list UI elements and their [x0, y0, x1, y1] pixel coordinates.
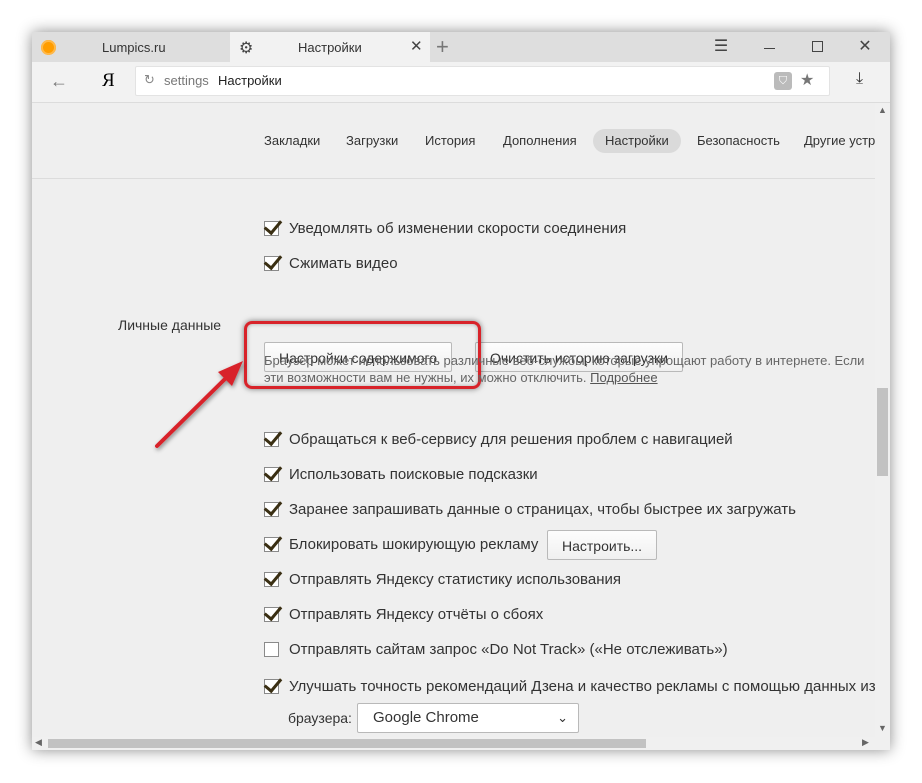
checkbox-label: Отправлять Яндексу отчёты о сбоях: [289, 606, 544, 623]
checkbox[interactable]: [264, 432, 279, 447]
download-icon[interactable]: ⤓: [856, 70, 863, 88]
checkbox-label: Использовать поисковые подсказки: [289, 466, 538, 483]
checkbox[interactable]: [264, 537, 279, 552]
scroll-down-icon[interactable]: ▼: [878, 723, 887, 733]
checkbox[interactable]: [264, 607, 279, 622]
browser-select-value: Google Chrome: [373, 709, 479, 726]
checkbox-row[interactable]: Уведомлять об изменении скорости соедине…: [264, 220, 626, 237]
tab-settings[interactable]: ⚙ Настройки ✕: [230, 32, 430, 62]
checkbox-row[interactable]: Обращаться к веб-сервису для решения про…: [264, 431, 733, 448]
nav-security[interactable]: Безопасность: [697, 129, 780, 153]
nav-history[interactable]: История: [425, 129, 475, 153]
scroll-left-icon[interactable]: ◀: [35, 737, 42, 748]
section-label-personal: Личные данные: [118, 317, 222, 333]
checkbox[interactable]: [264, 572, 279, 587]
maximize-icon[interactable]: [802, 36, 832, 58]
checkbox[interactable]: [264, 642, 279, 657]
checkbox-label: Отправлять сайтам запрос «Do Not Track» …: [289, 641, 728, 658]
settings-nav: Закладки Загрузки История Дополнения Нас…: [32, 103, 875, 179]
address-bar[interactable]: ↻ settings Настройки ⛉ ★: [135, 66, 830, 96]
checkbox-label: Улучшать точность рекомендаций Дзена и к…: [289, 678, 875, 695]
close-icon[interactable]: ✕: [410, 37, 423, 55]
personal-description: Браузер может использовать различные веб…: [264, 353, 865, 385]
new-tab-icon[interactable]: +: [436, 34, 449, 60]
checkbox-label: Обращаться к веб-сервису для решения про…: [289, 431, 733, 448]
tab-title: Lumpics.ru: [102, 40, 166, 55]
browser-label: браузера:: [288, 710, 352, 726]
url-page: Настройки: [218, 73, 282, 88]
checkbox-label: Блокировать шокирующую рекламу: [289, 536, 539, 553]
checkbox-label: Заранее запрашивать данные о страницах, …: [289, 501, 796, 518]
nav-settings[interactable]: Настройки: [593, 129, 681, 153]
checkbox[interactable]: [264, 679, 279, 694]
checkbox-row[interactable]: Заранее запрашивать данные о страницах, …: [264, 501, 796, 518]
vertical-scrollbar[interactable]: ▲ ▼: [875, 103, 890, 737]
settings-content: Закладки Загрузки История Дополнения Нас…: [32, 103, 875, 737]
tab-strip: Lumpics.ru ⚙ Настройки ✕ + ☰ ✕: [32, 32, 890, 62]
checkbox[interactable]: [264, 467, 279, 482]
chevron-down-icon: ⌄: [557, 710, 568, 725]
back-arrow-icon[interactable]: ←: [50, 71, 68, 92]
more-link[interactable]: Подробнее: [590, 370, 657, 385]
orange-circle-icon: [41, 40, 56, 55]
checkbox-row[interactable]: Улучшать точность рекомендаций Дзена и к…: [264, 678, 875, 695]
nav-bookmarks[interactable]: Закладки: [264, 129, 320, 153]
scroll-corner: [875, 737, 890, 750]
checkbox-row[interactable]: Отправлять Яндексу отчёты о сбоях: [264, 606, 543, 623]
checkbox-label: Отправлять Яндексу статистику использова…: [289, 571, 621, 588]
nav-other[interactable]: Другие устрой: [804, 129, 875, 153]
yandex-logo[interactable]: Я: [102, 70, 115, 92]
scroll-right-icon[interactable]: ▶: [862, 737, 869, 748]
minimize-icon[interactable]: [754, 36, 784, 58]
menu-icon[interactable]: ☰: [706, 36, 736, 58]
tab-title: Настройки: [298, 40, 362, 55]
gear-icon: ⚙: [239, 40, 254, 57]
tab-lumpics[interactable]: Lumpics.ru: [32, 32, 230, 62]
checkbox[interactable]: [264, 502, 279, 517]
checkbox-row[interactable]: Отправлять сайтам запрос «Do Not Track» …: [264, 641, 728, 658]
configure-button[interactable]: Настроить...: [547, 530, 658, 560]
checkbox-row[interactable]: Сжимать видео: [264, 255, 398, 272]
checkbox[interactable]: [264, 256, 279, 271]
nav-extensions[interactable]: Дополнения: [503, 129, 577, 153]
url-protocol: settings: [164, 73, 209, 88]
checkbox-row[interactable]: Использовать поисковые подсказки: [264, 466, 538, 483]
checkbox-label: Уведомлять об изменении скорости соедине…: [289, 220, 627, 237]
nav-downloads[interactable]: Загрузки: [346, 129, 398, 153]
window-close-icon[interactable]: ✕: [850, 36, 880, 58]
browser-select[interactable]: Google Chrome ⌄: [357, 703, 579, 733]
checkbox-row[interactable]: Отправлять Яндексу статистику использова…: [264, 571, 621, 588]
star-icon[interactable]: ★: [800, 70, 814, 90]
horizontal-scroll-thumb[interactable]: [48, 739, 646, 748]
checkbox-row[interactable]: Блокировать шокирующую рекламу: [264, 536, 538, 553]
checkbox-label: Сжимать видео: [289, 255, 398, 272]
reload-icon[interactable]: ↻: [144, 72, 155, 88]
horizontal-scrollbar[interactable]: ◀ ▶: [32, 737, 875, 750]
protect-shield-icon[interactable]: ⛉: [774, 72, 792, 90]
scroll-up-icon[interactable]: ▲: [878, 105, 887, 115]
vertical-scroll-thumb[interactable]: [877, 388, 888, 476]
browser-window: Lumpics.ru ⚙ Настройки ✕ + ☰ ✕ ← Я ↻ set…: [32, 32, 890, 750]
address-toolbar: ← Я ↻ settings Настройки ⛉ ★ ⤓: [32, 62, 890, 103]
checkbox[interactable]: [264, 221, 279, 236]
